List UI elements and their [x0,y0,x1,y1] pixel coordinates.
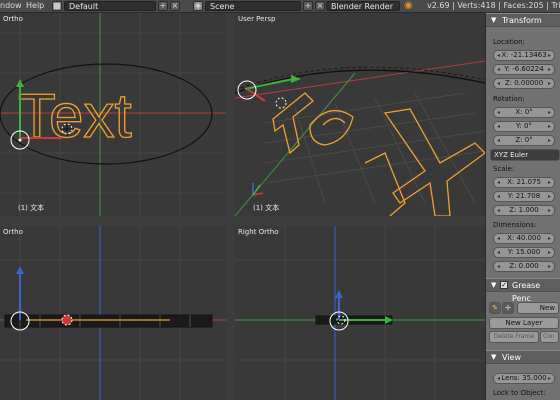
convert-label: Con [543,333,555,340]
dimensions-z-value: Z: 0.000 [509,262,539,270]
top-left-scene: Text [0,13,226,216]
top-right-scene [235,60,485,216]
viewport-top-right[interactable]: User Persp (1) 文本 [235,13,485,216]
scene-select-value: Scene [210,2,235,11]
window-menu[interactable]: ndow [0,0,22,13]
viewport-label: User Persp [238,15,276,23]
location-z-value: Z: 0.00000 [504,79,544,87]
collapse-triangle-icon: ▼ [491,281,497,289]
delete-frame-label: Delete Frame [493,333,535,340]
remove-layout-icon[interactable]: × [170,1,180,11]
3d-cursor [61,314,73,326]
delete-frame-button[interactable]: Delete Frame [489,331,539,343]
rotation-x-field[interactable]: ◂ X: 0° ▸ [493,107,555,118]
text-object-side [4,314,213,328]
dimensions-y-field[interactable]: ◂ Y: 15.000 ▸ [493,247,555,258]
dimensions-x-value: X: 40.000 [507,234,541,242]
viewport-bottom-left[interactable]: Ortho [0,226,226,400]
scale-y-field[interactable]: ◂ Y: 21.708 ▸ [493,191,555,202]
layout-select[interactable]: Default [64,1,156,11]
viewport-horizontal-divider[interactable] [0,216,485,226]
viewport-vertical-divider[interactable] [226,13,235,400]
collapse-triangle-icon: ▼ [491,16,497,24]
rotation-z-value: Z: 0° [515,136,533,144]
rotation-label: Rotation: [493,95,525,103]
render-engine-value: Blender Render [331,2,394,11]
rotation-x-value: X: 0° [515,108,533,116]
layout-select-value: Default [69,2,99,11]
bottom-right-scene [235,226,485,400]
viewport-footer: (1) 文本 [18,204,45,212]
viewport-top-left[interactable]: Text Ortho (1) 文本 [0,13,226,216]
viewport-footer: (1) 文本 [253,204,280,212]
properties-panel: ▼ Transform Location: ◂ X: -21.13463 ▸ ◂ Y:… [485,13,560,400]
scene-icon[interactable]: ◈ [193,1,203,11]
blender-logo-icon: ◉ [404,0,413,11]
location-y-value: Y: -6.60224 [504,65,544,73]
viewport-label: Ortho [3,15,23,23]
scale-z-field[interactable]: ◂ Z: 1.000 ▸ [493,205,555,216]
location-x-field[interactable]: ◂ X: -21.13463 ▸ [493,50,555,61]
viewport-bottom-right[interactable]: Right Ortho [235,226,485,400]
screen-layout-icon[interactable]: ▦ [52,1,62,11]
text-object-outline: Text [18,82,132,151]
dimensions-x-field[interactable]: ◂ X: 40.000 ▸ [493,233,555,244]
rotation-mode-value: XYZ Euler [494,151,529,159]
convert-button[interactable]: Con [540,331,559,343]
scene-stats: v2.69 | Verts:418 | Faces:205 | Tris:3 [427,1,560,10]
lens-field[interactable]: ◂ Lens: 35.000 ▸ [493,373,555,384]
view-header-label: View [502,353,521,362]
dimensions-z-field[interactable]: ◂ Z: 0.000 ▸ [493,261,555,272]
scale-label: Scale: [493,165,515,173]
remove-scene-icon[interactable]: × [315,1,325,11]
text-object-perspective [272,92,485,216]
bottom-left-scene [0,226,226,400]
scale-y-value: Y: 21.708 [507,192,541,200]
viewport-label: Ortho [3,228,23,236]
x-axis-line [235,60,485,99]
location-label: Location: [493,38,525,46]
scale-z-value: Z: 1.000 [509,206,539,214]
rotation-y-field[interactable]: ◂ Y: 0° ▸ [493,121,555,132]
transform-header-label: Transform [502,16,542,25]
new-layer-label: New Layer [505,319,543,327]
grease-new-label: New [539,304,555,312]
location-y-field[interactable]: ◂ Y: -6.60224 ▸ [493,64,555,75]
add-data-icon[interactable]: ✛ [502,302,514,314]
location-x-value: X: -21.13463 [501,51,547,59]
render-engine-select[interactable]: Blender Render [326,1,400,11]
3d-cursor [275,97,287,109]
transform-header[interactable]: ▼ Transform [486,13,560,27]
collapse-triangle-icon: ▼ [491,353,497,361]
grease-pencil-header[interactable]: ▼ ✓ Grease Penc [486,278,560,303]
dimensions-y-value: Y: 15.000 [507,248,541,256]
grease-pencil-checkbox[interactable]: ✓ [500,281,508,289]
viewport-label: Right Ortho [238,228,279,236]
new-layer-button[interactable]: New Layer [489,317,559,329]
dimensions-label: Dimensions: [493,221,537,229]
rotation-y-value: Y: 0° [516,122,532,130]
add-layout-icon[interactable]: + [158,1,168,11]
rotation-mode-select[interactable]: XYZ Euler [490,149,560,161]
lens-value: Lens: 35.000 [501,374,547,382]
scale-x-value: X: 21.075 [507,178,541,186]
add-scene-icon[interactable]: + [303,1,313,11]
lock-to-object-label: Lock to Object: [493,389,546,397]
rotation-z-field[interactable]: ◂ Z: 0° ▸ [493,135,555,146]
info-header: ndow Help ▦ Default + × ◈ Scene + × Blen… [0,0,560,13]
location-z-field[interactable]: ◂ Z: 0.00000 ▸ [493,78,555,89]
grease-new-button[interactable]: New [517,302,559,314]
pencil-icon[interactable]: ✎ [489,302,501,314]
help-menu[interactable]: Help [26,0,44,13]
scale-x-field[interactable]: ◂ X: 21.075 ▸ [493,177,555,188]
curve-path [235,69,485,94]
scene-select[interactable]: Scene [205,1,301,11]
view-header[interactable]: ▼ View [486,350,560,364]
